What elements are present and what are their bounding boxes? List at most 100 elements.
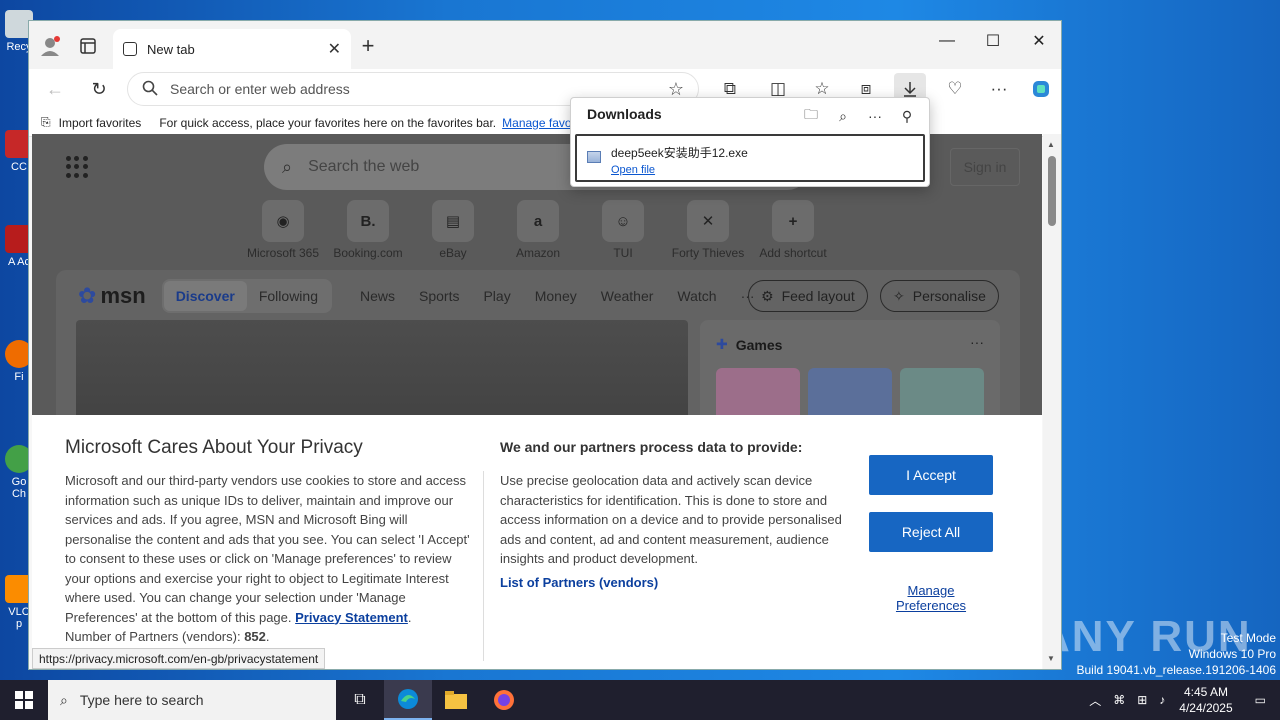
back-button[interactable]: ←: [39, 73, 71, 105]
new-tab-button[interactable]: +: [353, 31, 383, 61]
search-icon: ⌕: [282, 156, 293, 177]
profile-icon[interactable]: [35, 31, 65, 61]
maximize-button[interactable]: ☐: [970, 25, 1016, 57]
status-url-tooltip: https://privacy.microsoft.com/en-gb/priv…: [32, 648, 326, 669]
start-button[interactable]: [0, 680, 48, 720]
tui-icon: ☺: [602, 200, 644, 242]
copilot-icon[interactable]: [1025, 73, 1057, 105]
taskbar-edge-icon[interactable]: [384, 680, 432, 720]
refresh-button[interactable]: ↻: [83, 73, 115, 105]
forty-thieves-icon: ✕: [687, 200, 729, 242]
title-bar: New tab ✕ + — ☐ ✕: [29, 21, 1061, 69]
personalise-button[interactable]: ✧ Personalise: [880, 280, 999, 312]
games-header: ✚ Games: [716, 336, 783, 353]
partners-count: 852: [244, 629, 266, 644]
reject-all-button[interactable]: Reject All: [869, 512, 993, 552]
tab-discover[interactable]: Discover: [163, 281, 247, 311]
divider: [483, 471, 484, 661]
manage-preferences-link[interactable]: Manage Preferences: [869, 583, 993, 613]
tab-title: New tab: [147, 41, 195, 57]
file-explorer-icon[interactable]: [432, 680, 480, 720]
import-icon: ⎘: [41, 115, 51, 129]
task-view-icon[interactable]: ⧉: [336, 680, 384, 720]
msn-butterfly-icon: ✿: [78, 283, 97, 308]
clock[interactable]: 4:45 AM 4/24/2025: [1171, 684, 1240, 716]
msn-logo[interactable]: ✿ msn: [78, 283, 146, 309]
shortcut-tui[interactable]: ☺ TUI: [578, 200, 668, 260]
nav-play[interactable]: Play: [471, 288, 522, 304]
app-launcher-icon[interactable]: [66, 156, 88, 178]
tab-actions-icon[interactable]: [73, 31, 103, 61]
device-icon[interactable]: ⌘: [1107, 693, 1131, 707]
close-window-button[interactable]: ✕: [1016, 25, 1061, 57]
address-placeholder: Search or enter web address: [170, 81, 350, 97]
nav-watch[interactable]: Watch: [665, 288, 728, 304]
firefox-icon[interactable]: [480, 680, 528, 720]
amazon-icon: a: [517, 200, 559, 242]
sliders-icon: ⚙: [761, 287, 774, 304]
add-shortcut-button[interactable]: + Add shortcut: [748, 200, 838, 260]
downloads-panel: Downloads 🗀 ⌕ ··· ⚲ deep5eek安装助手12.exe O…: [570, 97, 930, 187]
shortcut-ebay[interactable]: ▤ eBay: [408, 200, 498, 260]
shortcut-amazon[interactable]: a Amazon: [493, 200, 583, 260]
download-filename: deep5eek安装助手12.exe: [611, 146, 748, 160]
close-tab-icon[interactable]: ✕: [328, 39, 341, 59]
pin-icon[interactable]: ⚲: [895, 104, 919, 128]
nav-money[interactable]: Money: [523, 288, 589, 304]
ebay-icon: ▤: [432, 200, 474, 242]
sparkle-icon: ✧: [893, 287, 905, 304]
taskbar: ⌕ Type here to search ⧉ ︿ ⌘ ⊞ ♪ 4:45 AM …: [0, 680, 1280, 720]
partners-list-link[interactable]: List of Partners (vendors): [500, 575, 658, 590]
feed-layout-button[interactable]: ⚙ Feed layout: [748, 280, 868, 312]
exe-file-icon: [587, 151, 601, 163]
scroll-down-icon[interactable]: ▼: [1047, 654, 1055, 663]
search-icon[interactable]: ⌕: [831, 104, 855, 128]
process-body: Use precise geolocation data and activel…: [500, 473, 842, 566]
import-favorites-button[interactable]: ⎘ Import favorites: [41, 115, 141, 130]
scroll-thumb[interactable]: [1048, 156, 1056, 226]
manage-favorites-link[interactable]: Manage favo: [502, 116, 571, 130]
add-icon: +: [772, 200, 814, 242]
minimize-button[interactable]: —: [924, 25, 970, 57]
games-more-icon[interactable]: ···: [970, 334, 984, 350]
sign-in-button[interactable]: Sign in: [950, 148, 1020, 186]
tab-new-tab[interactable]: New tab ✕: [113, 29, 351, 69]
new-tab-icon: [123, 42, 137, 56]
nav-news[interactable]: News: [348, 288, 407, 304]
open-folder-icon[interactable]: 🗀: [799, 104, 823, 128]
scroll-up-icon[interactable]: ▲: [1047, 140, 1055, 149]
windows-watermark: Test Mode Windows 10 Pro Build 19041.vb_…: [1076, 631, 1277, 677]
shortcut-microsoft-365[interactable]: ◉ Microsoft 365: [238, 200, 328, 260]
volume-icon[interactable]: ♪: [1153, 693, 1171, 707]
feed-tabs: Discover Following: [161, 279, 332, 313]
download-item[interactable]: deep5eek安装助手12.exe Open file: [575, 134, 925, 182]
booking-icon: B.: [347, 200, 389, 242]
windows-logo-icon: [15, 691, 33, 709]
browser-essentials-icon[interactable]: ♡: [939, 73, 971, 105]
taskbar-search[interactable]: ⌕ Type here to search: [48, 680, 336, 720]
search-icon: [142, 80, 158, 99]
nav-sports[interactable]: Sports: [407, 288, 471, 304]
privacy-statement-link[interactable]: Privacy Statement: [295, 610, 408, 625]
process-title: We and our partners process data to prov…: [500, 439, 803, 455]
shortcut-booking[interactable]: B. Booking.com: [323, 200, 413, 260]
tab-following[interactable]: Following: [247, 281, 330, 311]
network-icon[interactable]: ⊞: [1131, 693, 1153, 707]
privacy-body: Microsoft and our third-party vendors us…: [65, 473, 470, 644]
msn-header: ✿ msn Discover Following News Sports Play…: [78, 278, 767, 314]
microsoft-365-icon: ◉: [262, 200, 304, 242]
edge-browser-window: New tab ✕ + — ☐ ✕ ← ↻ Search or enter we…: [28, 20, 1062, 670]
accept-button[interactable]: I Accept: [869, 455, 993, 495]
chevron-up-icon[interactable]: ︿: [1083, 692, 1107, 709]
nav-weather[interactable]: Weather: [589, 288, 666, 304]
notifications-icon[interactable]: ▭: [1241, 693, 1280, 707]
open-file-link[interactable]: Open file: [611, 164, 748, 176]
downloads-title: Downloads: [587, 106, 662, 122]
web-search-placeholder: Search the web: [308, 158, 420, 175]
page-scrollbar[interactable]: ▲ ▼: [1043, 134, 1061, 669]
settings-more-icon[interactable]: ···: [983, 73, 1015, 105]
favorites-hint: For quick access, place your favorites h…: [159, 115, 497, 130]
search-icon: ⌕: [60, 691, 68, 708]
shortcut-forty-thieves[interactable]: ✕ Forty Thieves: [663, 200, 753, 260]
more-options-icon[interactable]: ···: [863, 104, 887, 128]
